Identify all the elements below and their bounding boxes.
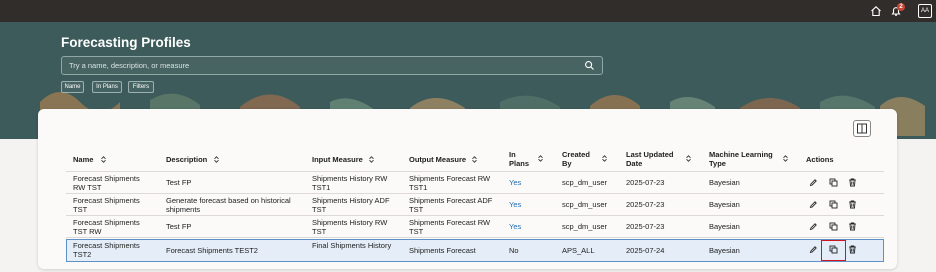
- cell-description: Test FP: [166, 222, 192, 231]
- sort-icon[interactable]: [100, 156, 107, 163]
- cell-last-updated: 2025-07-24: [626, 246, 665, 255]
- cell-output-measure: Shipments Forecast ADF TST: [409, 196, 493, 214]
- sort-icon[interactable]: [782, 155, 789, 162]
- cell-description: Test FP: [166, 178, 192, 187]
- edit-icon[interactable]: [809, 178, 818, 187]
- sort-icon[interactable]: [471, 156, 478, 163]
- cell-name: Forecast Shipments TST RW: [73, 218, 140, 236]
- edit-icon[interactable]: [809, 222, 818, 231]
- delete-icon[interactable]: [848, 222, 857, 231]
- row-divider: [66, 193, 884, 194]
- sort-icon[interactable]: [537, 155, 544, 162]
- search-icon[interactable]: [584, 60, 595, 71]
- cell-name: Forecast Shipments RW TST: [73, 174, 140, 192]
- cell-in-plans: No: [509, 246, 519, 255]
- delete-icon[interactable]: [848, 200, 857, 209]
- cell-created-by: scp_dm_user: [562, 200, 608, 209]
- row-divider: [66, 215, 884, 216]
- col-header-last-updated[interactable]: Last Updated Date: [626, 150, 678, 168]
- cell-created-by: scp_dm_user: [562, 178, 608, 187]
- cell-last-updated: 2025-07-23: [626, 178, 665, 187]
- search-input[interactable]: [62, 57, 577, 74]
- col-header-actions: Actions: [806, 155, 834, 164]
- cell-output-measure: Shipments Forecast: [409, 246, 476, 255]
- col-header-ml-type[interactable]: Machine Learning Type: [709, 150, 781, 168]
- cell-created-by: APS_ALL: [562, 246, 595, 255]
- delete-icon[interactable]: [848, 245, 857, 254]
- sort-icon[interactable]: [685, 155, 692, 162]
- cell-created-by: scp_dm_user: [562, 222, 608, 231]
- sort-icon[interactable]: [213, 156, 220, 163]
- cell-ml-type: Bayesian: [709, 200, 740, 209]
- duplicate-button-highlight: [821, 240, 846, 261]
- sort-icon[interactable]: [601, 155, 608, 162]
- cell-in-plans[interactable]: Yes: [509, 200, 521, 209]
- cell-description: Generate forecast based on historical sh…: [166, 196, 291, 214]
- cell-output-measure: Shipments Forecast RW TST1: [409, 174, 491, 192]
- col-header-name[interactable]: Name: [73, 155, 123, 164]
- columns-icon: [857, 123, 867, 134]
- columns-button[interactable]: [853, 120, 871, 137]
- duplicate-icon[interactable]: [829, 222, 838, 231]
- edit-icon[interactable]: [809, 245, 818, 254]
- page-title: Forecasting Profiles: [61, 35, 191, 50]
- row-divider: [66, 237, 884, 238]
- cell-in-plans[interactable]: Yes: [509, 178, 521, 187]
- search-bar: [61, 56, 603, 75]
- cell-ml-type: Bayesian: [709, 222, 740, 231]
- cell-last-updated: 2025-07-23: [626, 222, 665, 231]
- notification-badge: 2: [897, 3, 905, 11]
- cell-description: Forecast Shipments TEST2: [166, 246, 258, 255]
- col-header-output-measure[interactable]: Output Measure: [409, 155, 479, 164]
- chip-filters[interactable]: Filters: [128, 81, 154, 93]
- cell-input-measure: Shipments History RW TST1: [312, 174, 388, 192]
- cell-name: Forecast Shipments TST: [73, 196, 140, 214]
- chip-name[interactable]: Name: [61, 81, 84, 93]
- cell-ml-type: Bayesian: [709, 178, 740, 187]
- col-header-in-plans[interactable]: In Plans: [509, 150, 533, 168]
- cell-last-updated: 2025-07-23: [626, 200, 665, 209]
- duplicate-icon[interactable]: [829, 178, 838, 187]
- cell-name: Forecast Shipments TST2: [73, 241, 140, 259]
- cell-output-measure: Shipments Forecast RW TST: [409, 218, 491, 236]
- chip-in-plans[interactable]: In Plans: [92, 81, 122, 93]
- cell-input-measure: Shipments History RW TST: [312, 218, 388, 236]
- top-bar: 2 AA: [0, 0, 936, 22]
- cell-in-plans[interactable]: Yes: [509, 222, 521, 231]
- sort-icon[interactable]: [368, 156, 375, 163]
- duplicate-icon[interactable]: [829, 200, 838, 209]
- cell-input-measure: Final Shipments History: [312, 241, 392, 250]
- user-avatar[interactable]: AA: [918, 4, 932, 18]
- col-header-created-by[interactable]: Created By: [562, 150, 596, 168]
- header-divider: [66, 171, 884, 172]
- home-icon[interactable]: [869, 4, 883, 18]
- cell-ml-type: Bayesian: [709, 246, 740, 255]
- delete-icon[interactable]: [848, 178, 857, 187]
- cell-input-measure: Shipments History ADF TST: [312, 196, 390, 214]
- edit-icon[interactable]: [809, 200, 818, 209]
